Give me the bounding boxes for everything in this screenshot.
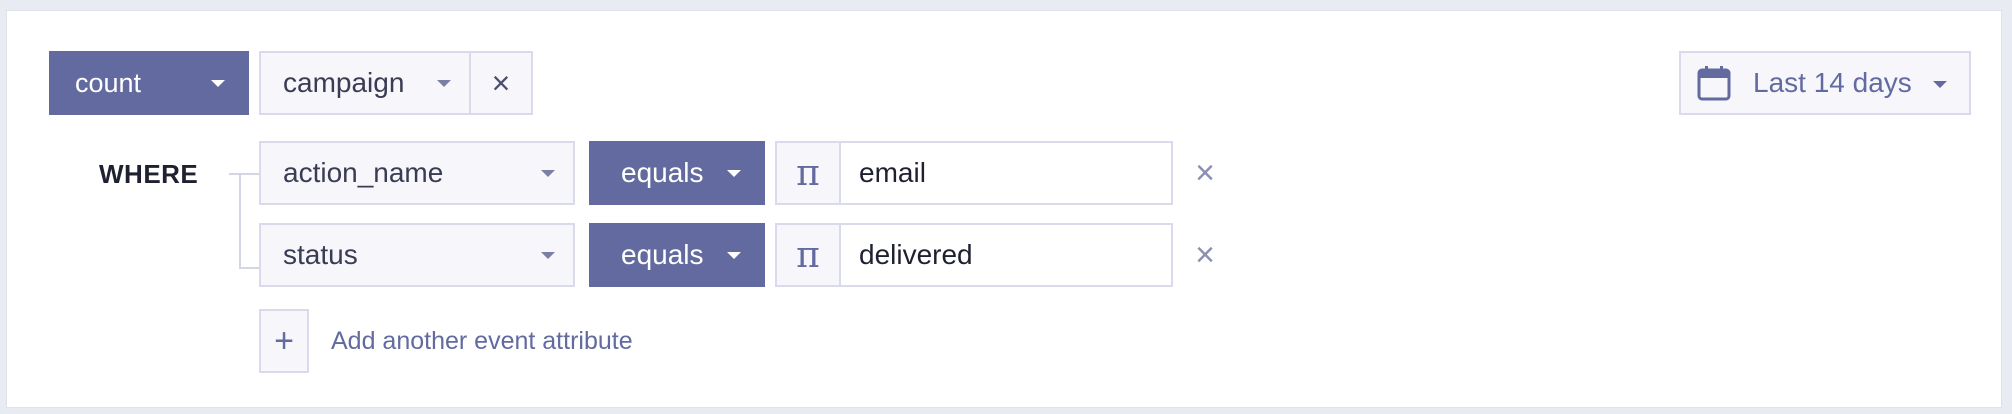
plus-icon: + [274, 321, 294, 360]
bracket-line [239, 173, 241, 269]
caret-down-icon [727, 252, 741, 259]
aggregation-dropdown[interactable]: count [49, 51, 249, 115]
filter-attribute-label: status [283, 239, 358, 270]
remove-filter-button[interactable]: × [1185, 141, 1225, 205]
filter-value-text: delivered [859, 239, 973, 270]
filter-value-input[interactable]: email [839, 141, 1173, 205]
caret-down-icon [541, 170, 555, 177]
filter-attribute-dropdown[interactable]: action_name [259, 141, 575, 205]
pi-icon: π [796, 152, 820, 194]
close-icon: × [1195, 236, 1215, 274]
filter-operator-label: equals [621, 239, 704, 270]
calendar-icon [1697, 66, 1731, 101]
filter-operator-label: equals [621, 157, 704, 188]
filter-operator-dropdown[interactable]: equals [589, 223, 765, 287]
remove-property-button[interactable]: × [469, 51, 533, 115]
filter-operator-dropdown[interactable]: equals [589, 141, 765, 205]
close-icon: × [491, 65, 511, 101]
filter-attribute-label: action_name [283, 157, 444, 188]
caret-down-icon [211, 80, 225, 87]
close-icon: × [1195, 154, 1215, 192]
filter-value-text: email [859, 157, 926, 188]
filter-attribute-dropdown[interactable]: status [259, 223, 575, 287]
where-label: WHERE [99, 159, 199, 189]
filter-value-input[interactable]: delivered [839, 223, 1173, 287]
bracket-line [239, 267, 259, 269]
caret-down-icon [437, 80, 451, 87]
add-attribute-button[interactable]: + [259, 309, 309, 373]
query-builder-panel: count campaign × Last 14 days WHERE acti… [6, 10, 2002, 408]
date-range-label: Last 14 days [1753, 67, 1912, 98]
property-label: campaign [283, 67, 405, 98]
add-attribute-link[interactable]: Add another event attribute [331, 327, 633, 356]
property-dropdown[interactable]: campaign [259, 51, 471, 115]
date-range-dropdown[interactable]: Last 14 days [1679, 51, 1971, 115]
value-type-button[interactable]: π [775, 141, 841, 205]
caret-down-icon [727, 170, 741, 177]
caret-down-icon [1933, 81, 1947, 88]
caret-down-icon [541, 252, 555, 259]
pi-icon: π [796, 234, 820, 276]
value-type-button[interactable]: π [775, 223, 841, 287]
bracket-line [229, 173, 259, 175]
aggregation-label: count [75, 67, 142, 98]
remove-filter-button[interactable]: × [1185, 223, 1225, 287]
